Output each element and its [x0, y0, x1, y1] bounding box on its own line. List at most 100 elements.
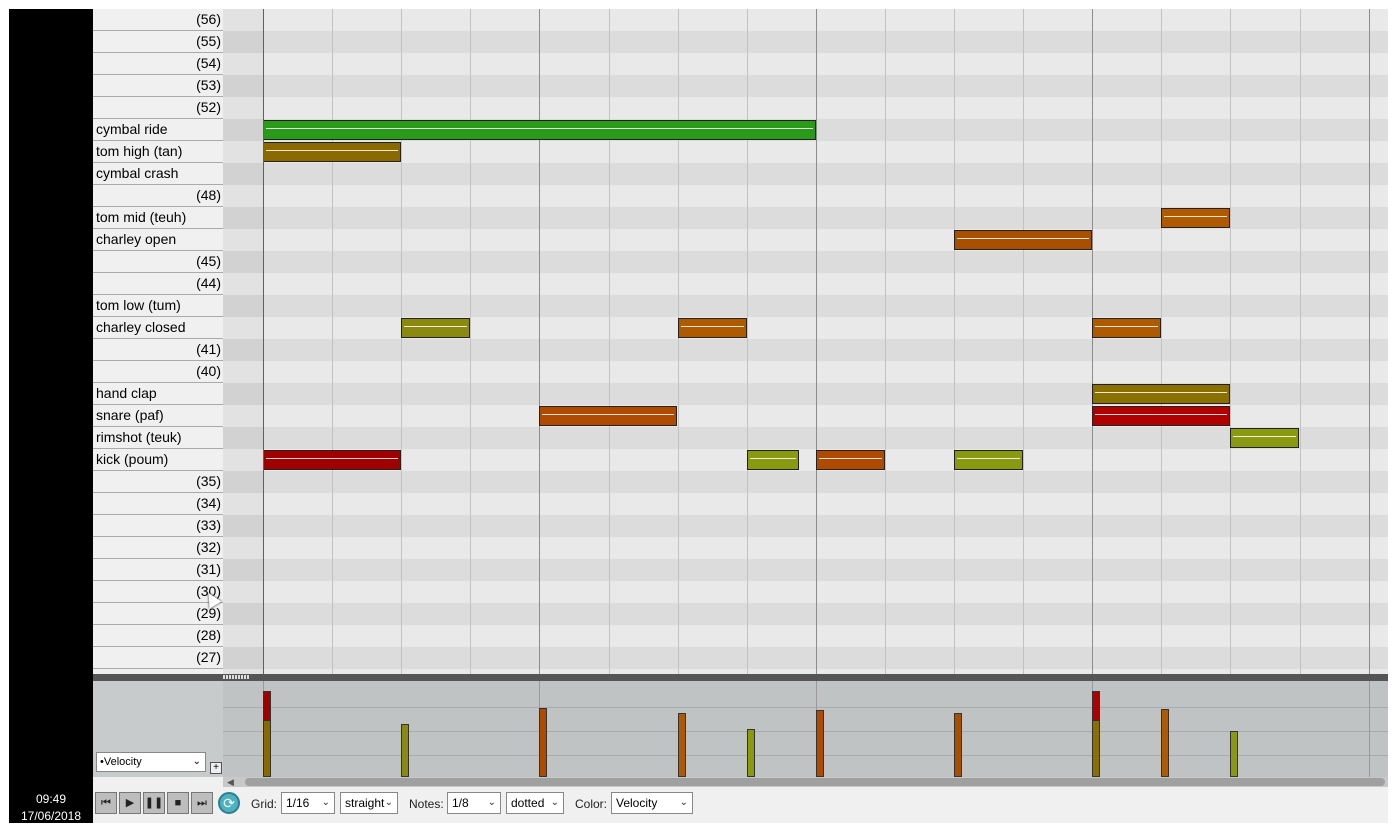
key-row-label[interactable]: (53) — [93, 75, 223, 97]
key-row-label[interactable]: (56) — [93, 9, 223, 31]
key-row-label[interactable]: (34) — [93, 493, 223, 515]
velocity-lane[interactable]: •Velocity ⌄ + — [93, 681, 1388, 777]
gutter-row[interactable] — [223, 273, 263, 295]
key-row-label[interactable]: tom mid (teuh) — [93, 207, 223, 229]
gutter-row[interactable] — [223, 361, 263, 383]
gutter-row[interactable] — [223, 471, 263, 493]
divider-grip[interactable] — [223, 675, 249, 679]
grid-row[interactable] — [263, 31, 1388, 53]
midi-note[interactable] — [1230, 428, 1299, 448]
gutter-row[interactable] — [223, 383, 263, 405]
gutter-row[interactable] — [223, 251, 263, 273]
midi-note[interactable] — [678, 318, 747, 338]
color-select[interactable]: Velocity ⌄ — [611, 792, 693, 814]
velocity-bar[interactable] — [539, 708, 547, 777]
lane-divider[interactable] — [93, 674, 1388, 681]
midi-note[interactable] — [816, 450, 885, 470]
key-row-label[interactable]: (28) — [93, 625, 223, 647]
grid-select[interactable]: 1/16 ⌄ — [281, 792, 335, 814]
grid-row[interactable] — [263, 141, 1388, 163]
gutter-row[interactable] — [223, 97, 263, 119]
grid-row[interactable] — [263, 75, 1388, 97]
grid-row[interactable] — [263, 361, 1388, 383]
gutter-row[interactable] — [223, 625, 263, 647]
piano-gutter[interactable] — [223, 9, 263, 691]
gutter-row[interactable] — [223, 207, 263, 229]
playhead[interactable] — [263, 9, 264, 677]
gutter-row[interactable] — [223, 449, 263, 471]
key-row-label[interactable]: rimshot (teuk) — [93, 427, 223, 449]
key-row-label[interactable]: (27) — [93, 647, 223, 669]
grid-row[interactable] — [263, 493, 1388, 515]
grid-mode-select[interactable]: straight ⌄ — [340, 792, 398, 814]
key-row-label[interactable]: (29) — [93, 603, 223, 625]
gutter-row[interactable] — [223, 119, 263, 141]
grid-row[interactable] — [263, 625, 1388, 647]
grid-row[interactable] — [263, 9, 1388, 31]
gutter-row[interactable] — [223, 163, 263, 185]
skip-end-icon[interactable]: ⏭ — [191, 792, 213, 814]
grid-row[interactable] — [263, 163, 1388, 185]
velocity-bar[interactable] — [747, 729, 755, 777]
key-row-label[interactable]: (33) — [93, 515, 223, 537]
gutter-row[interactable] — [223, 603, 263, 625]
grid-row[interactable] — [263, 185, 1388, 207]
gutter-row[interactable] — [223, 405, 263, 427]
horizontal-scrollbar[interactable]: ◀ — [223, 777, 1388, 787]
key-row-label[interactable]: (52) — [93, 97, 223, 119]
scroll-left-icon[interactable]: ◀ — [227, 777, 234, 788]
grid-row[interactable] — [263, 537, 1388, 559]
key-row-label[interactable]: snare (paf) — [93, 405, 223, 427]
gutter-row[interactable] — [223, 427, 263, 449]
key-row-label[interactable]: (48) — [93, 185, 223, 207]
piano-roll-grid[interactable] — [263, 9, 1388, 677]
velocity-bar[interactable] — [1161, 709, 1169, 777]
gutter-row[interactable] — [223, 229, 263, 251]
grid-row[interactable] — [263, 603, 1388, 625]
midi-note[interactable] — [263, 120, 816, 140]
gutter-row[interactable] — [223, 141, 263, 163]
key-row-label[interactable]: (40) — [93, 361, 223, 383]
stop-icon[interactable]: ■ — [167, 792, 189, 814]
grid-row[interactable] — [263, 251, 1388, 273]
gutter-row[interactable] — [223, 581, 263, 603]
velocity-bar[interactable] — [401, 724, 409, 777]
grid-row[interactable] — [263, 581, 1388, 603]
midi-note[interactable] — [1092, 318, 1161, 338]
key-row-label[interactable]: (32) — [93, 537, 223, 559]
grid-row[interactable] — [263, 273, 1388, 295]
midi-note[interactable] — [1161, 208, 1230, 228]
velocity-bar[interactable] — [1092, 720, 1100, 777]
gutter-row[interactable] — [223, 53, 263, 75]
gutter-row[interactable] — [223, 339, 263, 361]
key-row-label[interactable]: cymbal crash — [93, 163, 223, 185]
play-icon[interactable]: ▶ — [119, 792, 141, 814]
grid-row[interactable] — [263, 229, 1388, 251]
velocity-bar[interactable] — [816, 710, 824, 777]
gutter-row[interactable] — [223, 537, 263, 559]
gutter-row[interactable] — [223, 515, 263, 537]
key-row-label[interactable]: (44) — [93, 273, 223, 295]
gutter-row[interactable] — [223, 559, 263, 581]
gutter-row[interactable] — [223, 185, 263, 207]
gutter-row[interactable] — [223, 295, 263, 317]
key-row-label[interactable]: (35) — [93, 471, 223, 493]
key-row-label[interactable]: (54) — [93, 53, 223, 75]
grid-row[interactable] — [263, 471, 1388, 493]
velocity-bar[interactable] — [1230, 731, 1238, 777]
skip-start-icon[interactable]: ⏮ — [95, 792, 117, 814]
gutter-row[interactable] — [223, 647, 263, 669]
scrollbar-thumb[interactable] — [245, 778, 1385, 786]
key-row-label[interactable]: kick (poum) — [93, 449, 223, 471]
key-row-label[interactable]: (31) — [93, 559, 223, 581]
velocity-grid[interactable] — [223, 681, 1388, 777]
grid-row[interactable] — [263, 427, 1388, 449]
grid-row[interactable] — [263, 647, 1388, 669]
midi-note[interactable] — [747, 450, 799, 470]
velocity-bar[interactable] — [954, 713, 962, 777]
key-row-label[interactable]: charley open — [93, 229, 223, 251]
velocity-bar[interactable] — [263, 720, 271, 777]
midi-note[interactable] — [1092, 384, 1230, 404]
key-row-label[interactable]: charley closed — [93, 317, 223, 339]
midi-note[interactable] — [1092, 406, 1230, 426]
